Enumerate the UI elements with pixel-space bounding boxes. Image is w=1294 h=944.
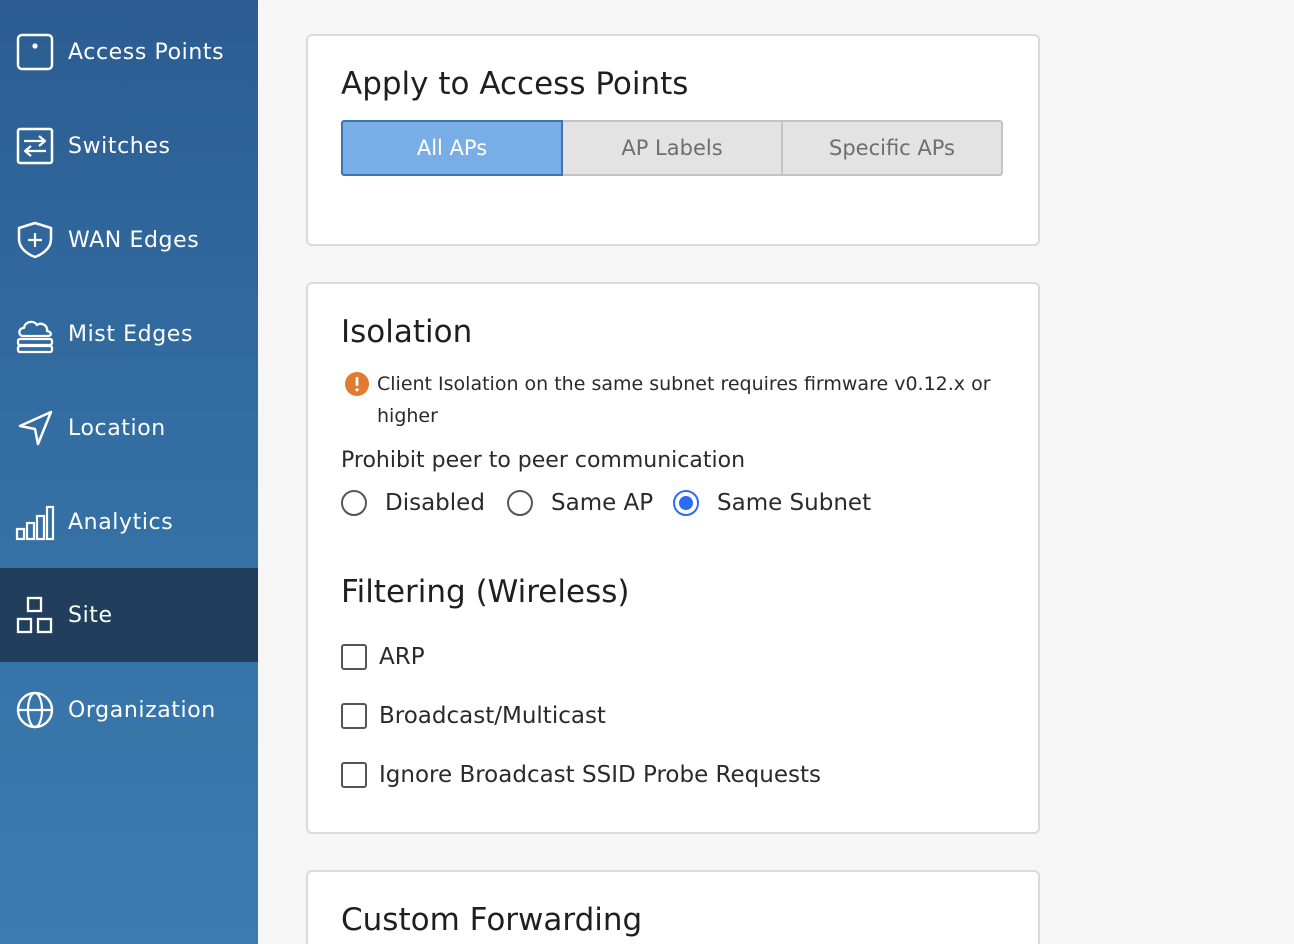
peer-communication-label: Prohibit peer to peer communication (341, 448, 746, 473)
switch-icon (15, 126, 55, 166)
location-arrow-icon (15, 408, 55, 448)
checkbox-label: Ignore Broadcast SSID Probe Requests (379, 762, 821, 788)
sidebar-item-label: Site (68, 602, 113, 628)
radio-circle[interactable] (507, 490, 533, 516)
sidebar-item-site[interactable]: Site (0, 568, 258, 662)
sidebar-item-access-points[interactable]: Access Points (0, 5, 258, 99)
radio-circle-selected[interactable] (673, 490, 699, 516)
firmware-warning-text: Client Isolation on the same subnet requ… (377, 373, 991, 427)
sidebar-item-organization[interactable]: Organization (0, 663, 258, 757)
sidebar: Access Points Switches WAN Edges Mist Ed… (0, 0, 258, 944)
radio-same-ap[interactable]: Same AP (507, 490, 653, 516)
access-point-icon (15, 32, 55, 72)
sidebar-item-label: Organization (68, 697, 216, 723)
sidebar-item-analytics[interactable]: Analytics (0, 475, 258, 569)
segment-specific-aps[interactable]: Specific APs (781, 120, 1003, 176)
card-title: Isolation (341, 314, 473, 350)
checkbox-label: ARP (379, 644, 425, 670)
checkbox-broadcast-multicast[interactable]: Broadcast/Multicast (341, 703, 606, 729)
checkbox-box[interactable] (341, 644, 367, 670)
checkbox-ignore-broadcast-ssid[interactable]: Ignore Broadcast SSID Probe Requests (341, 762, 821, 788)
radio-label: Disabled (385, 490, 485, 516)
globe-icon (15, 690, 55, 730)
sidebar-item-label: Switches (68, 133, 171, 159)
radio-same-subnet[interactable]: Same Subnet (673, 490, 871, 516)
checkbox-arp[interactable]: ARP (341, 644, 425, 670)
sidebar-item-label: WAN Edges (68, 227, 200, 253)
sidebar-item-label: Analytics (68, 509, 174, 535)
filtering-title: Filtering (Wireless) (341, 574, 630, 610)
sidebar-item-label: Location (68, 415, 166, 441)
radio-disabled[interactable]: Disabled (341, 490, 485, 516)
sidebar-item-switches[interactable]: Switches (0, 99, 258, 193)
sidebar-item-wan-edges[interactable]: WAN Edges (0, 193, 258, 287)
checkbox-box[interactable] (341, 762, 367, 788)
bar-chart-icon (15, 502, 55, 542)
sidebar-item-label: Access Points (68, 39, 225, 65)
segment-ap-labels[interactable]: AP Labels (561, 120, 783, 176)
cloud-icon (15, 314, 55, 354)
sidebar-item-location[interactable]: Location (0, 381, 258, 475)
radio-dot (679, 496, 693, 510)
apply-to-access-points-card: Apply to Access Points All APs AP Labels… (306, 34, 1040, 246)
radio-label: Same Subnet (717, 490, 872, 516)
sidebar-item-mist-edges[interactable]: Mist Edges (0, 287, 258, 381)
card-title: Custom Forwarding (341, 902, 643, 938)
custom-forwarding-card: Custom Forwarding (306, 870, 1040, 944)
card-title: Apply to Access Points (341, 66, 689, 102)
isolation-card: Isolation Client Isolation on the same s… (306, 282, 1040, 834)
checkbox-box[interactable] (341, 703, 367, 729)
segment-all-aps[interactable]: All APs (341, 120, 563, 176)
warning-icon (345, 372, 369, 396)
sidebar-item-label: Mist Edges (68, 321, 194, 347)
radio-label: Same AP (551, 490, 654, 516)
shield-plus-icon (15, 220, 55, 260)
checkbox-label: Broadcast/Multicast (379, 703, 606, 729)
radio-circle[interactable] (341, 490, 367, 516)
site-icon (15, 595, 55, 635)
ap-scope-segmented-control: All APs AP Labels Specific APs (341, 120, 1003, 176)
